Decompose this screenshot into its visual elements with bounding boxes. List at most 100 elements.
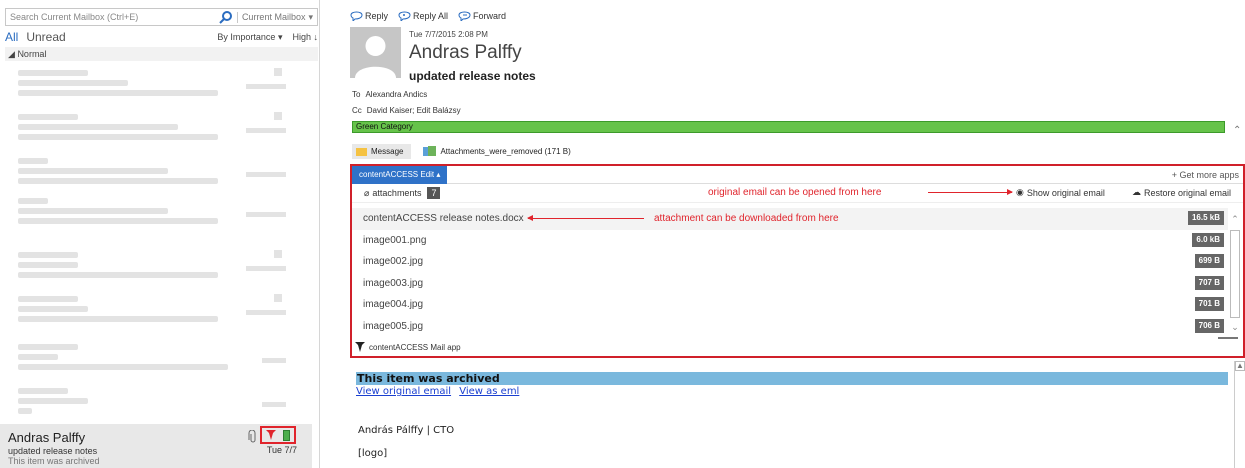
attachment-name[interactable]: image001.png (363, 235, 426, 246)
search-scope-dropdown[interactable]: Current Mailbox ▾ (236, 11, 317, 23)
show-original-email-button[interactable]: ◉ Show original email (1016, 187, 1105, 198)
attachment-name[interactable]: image004.jpg (363, 299, 423, 310)
attachment-name[interactable]: image002.jpg (363, 256, 423, 267)
category-color-icon[interactable] (283, 429, 291, 441)
forward-icon (458, 11, 471, 21)
reply-icon (350, 11, 363, 21)
sort-by-dropdown[interactable]: By Importance ▾ (217, 32, 282, 43)
list-item-blurred[interactable] (18, 68, 290, 104)
tab-message[interactable]: Message (352, 144, 412, 159)
to-line: To Alexandra Andics (352, 90, 428, 99)
attachment-name[interactable]: image005.jpg (363, 321, 423, 332)
scroll-up-icon[interactable]: ▲ (1235, 361, 1245, 371)
attachment-size-badge: 16.5 kB (1187, 211, 1224, 225)
cc-recipients[interactable]: David Kaiser; Edit Balázsy (367, 106, 461, 115)
attachments-tab[interactable]: ⌀ attachments 7 (364, 187, 441, 199)
message-tabs: Message Attachments_were_removed (171 B) (352, 144, 571, 159)
scroll-up-icon[interactable]: ⌃ (1229, 214, 1241, 226)
view-original-email-link[interactable]: View original email (356, 386, 451, 397)
list-item-blurred[interactable] (18, 294, 290, 330)
attachment-size-badge: 699 B (1194, 254, 1224, 268)
collapse-header-button[interactable]: ⌃ (1233, 125, 1241, 136)
mail-list-pane: Search Current Mailbox (Ctrl+E) Current … (0, 0, 320, 468)
scroll-track[interactable] (1230, 230, 1240, 318)
reply-all-button[interactable]: Reply All (398, 10, 448, 21)
addin-tab[interactable]: contentACCESS Edit ▴ (352, 165, 448, 184)
to-recipient[interactable]: Alexandra Andics (365, 90, 427, 99)
envelope-icon (356, 147, 367, 156)
scroll-down-icon[interactable]: ⌄ (1229, 322, 1241, 334)
group-header[interactable]: ◢ Normal (5, 47, 318, 61)
list-item-blurred[interactable] (18, 386, 290, 422)
signature: András Pálffy | CTO (358, 425, 455, 436)
annotation-attachment: attachment can be downloaded from here (654, 213, 839, 224)
attachment-row[interactable]: contentACCESS release notes.docx attachm… (352, 208, 1228, 230)
filter-bar: All Unread By Importance ▾ High ↓ (5, 30, 318, 44)
paperclip-icon (248, 430, 256, 443)
attachment-row[interactable]: image002.jpg 699 B (352, 251, 1228, 273)
mail-subject: updated release notes (8, 446, 98, 456)
get-more-apps-button[interactable]: + Get more apps (1172, 170, 1239, 180)
search-box[interactable]: Search Current Mailbox (Ctrl+E) Current … (5, 8, 318, 26)
list-item-blurred[interactable] (18, 156, 290, 192)
mail-date: Tue 7/7 (266, 445, 297, 455)
search-input[interactable]: Search Current Mailbox (Ctrl+E) (6, 12, 219, 22)
attachment-file-icon (423, 146, 437, 156)
forward-button[interactable]: Forward (458, 10, 506, 21)
restore-original-email-button[interactable]: ☁ Restore original email (1132, 187, 1231, 198)
attachment-row[interactable]: image003.jpg 707 B (352, 273, 1228, 295)
contentaccess-archive-icon (265, 430, 276, 440)
archived-banner: This item was archived (356, 372, 1228, 385)
attachment-row[interactable]: image004.jpg 701 B (352, 294, 1228, 316)
arrow-down-icon: ↓ (313, 31, 319, 42)
sort-controls: By Importance ▾ High ↓ (217, 32, 318, 43)
reading-pane: Reply Reply All Forward Tue 7/7/2015 2:0… (350, 0, 1245, 468)
attachment-size-badge: 706 B (1194, 318, 1224, 333)
list-item-selected[interactable]: Andras Palffy updated release notes This… (0, 424, 312, 468)
cc-line: Cc David Kaiser; Edit Balázsy (352, 106, 461, 115)
addin-header: contentACCESS Edit ▴ + Get more apps (352, 165, 1243, 184)
message-date: Tue 7/7/2015 2:08 PM (409, 30, 488, 39)
chevron-up-icon: ▴ (436, 169, 441, 179)
contentaccess-logo-icon (355, 342, 365, 352)
divider (1218, 337, 1238, 339)
chevron-down-icon: ▾ (277, 31, 283, 42)
attachment-row[interactable]: image001.png 6.0 kB (352, 230, 1228, 252)
filter-all[interactable]: All (5, 30, 18, 44)
status-icons-box (260, 426, 296, 444)
list-item-blurred[interactable] (18, 250, 290, 286)
attachments-count-badge: 7 (427, 187, 441, 199)
view-as-eml-link[interactable]: View as eml (459, 386, 519, 397)
search-icon[interactable] (219, 10, 233, 24)
person-icon (355, 36, 396, 78)
message-sender[interactable]: Andras Palffy (409, 42, 522, 64)
paperclip-icon: ⌀ (364, 187, 370, 198)
attachment-row[interactable]: image005.jpg 706 B (352, 316, 1228, 338)
attachment-name[interactable]: image003.jpg (363, 278, 423, 289)
mail-preview: This item was archived (8, 456, 100, 466)
addin-footer: contentACCESS Mail app (355, 342, 461, 352)
cloud-download-icon: ☁ (1132, 187, 1141, 197)
avatar (350, 27, 401, 78)
annotation-arrow-left (527, 215, 644, 221)
addin-toolbar: ⌀ attachments 7 original email can be op… (352, 184, 1243, 203)
contentaccess-addin-panel: contentACCESS Edit ▴ + Get more apps ⌀ a… (350, 164, 1245, 358)
attachment-name[interactable]: contentACCESS release notes.docx (363, 213, 524, 224)
filter-unread[interactable]: Unread (26, 30, 65, 44)
category-bar[interactable]: Green Category (352, 121, 1225, 133)
logo-placeholder: [logo] (358, 448, 388, 459)
list-item-blurred[interactable] (18, 112, 290, 148)
annotation-original-email: original email can be opened from here (708, 187, 882, 198)
list-item-blurred[interactable] (18, 342, 290, 378)
sort-order-toggle[interactable]: High ↓ (292, 32, 318, 43)
tab-attachment[interactable]: Attachments_were_removed (171 B) (423, 146, 571, 157)
reply-button[interactable]: Reply (350, 10, 388, 21)
attachment-size-badge: 707 B (1194, 275, 1224, 290)
attachments-scrollbar[interactable]: ⌃ ⌄ (1229, 214, 1241, 334)
body-scrollbar[interactable]: ▲ (1234, 361, 1245, 468)
annotation-arrow-right (928, 189, 1013, 195)
message-actions: Reply Reply All Forward (350, 10, 506, 21)
message-subject: updated release notes (409, 69, 536, 83)
list-item-blurred[interactable] (18, 196, 290, 232)
reply-all-icon (398, 11, 411, 21)
